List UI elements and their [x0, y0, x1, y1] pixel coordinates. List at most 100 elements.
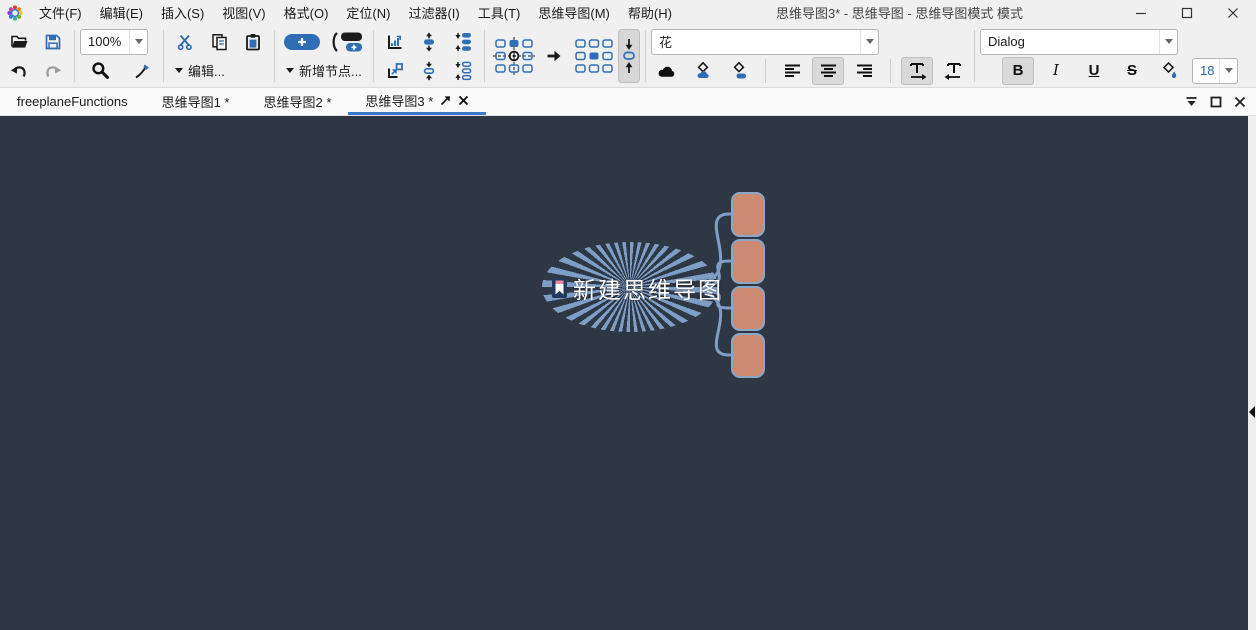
align-right-button[interactable] [848, 57, 880, 85]
dropdown-arrow-icon [175, 68, 183, 73]
window-minimize-button[interactable] [1118, 0, 1164, 25]
root-node[interactable]: 新建思维导图 [552, 272, 723, 304]
map-canvas[interactable]: 新建思维导图 [0, 116, 1256, 630]
toolbar-separator [890, 59, 891, 83]
window-close-button[interactable] [1210, 0, 1256, 25]
menu-mindmap[interactable]: 思维导图(M) [529, 0, 619, 25]
menu-view[interactable]: 视图(V) [213, 0, 274, 25]
save-map-button[interactable] [37, 28, 69, 56]
undo-icon [10, 62, 28, 80]
frame-iconify-button[interactable] [1185, 96, 1198, 111]
cut-button[interactable] [169, 28, 201, 56]
style-combobox[interactable]: 花 [651, 29, 879, 55]
tab-mindmap3[interactable]: 思维导图3 * [348, 88, 486, 115]
undo-button[interactable] [3, 57, 35, 85]
add-child-node-button[interactable] [280, 28, 324, 56]
frame-close-button[interactable] [1234, 96, 1246, 111]
detach-tab-icon[interactable] [440, 95, 451, 106]
text-ltr-icon [908, 62, 927, 80]
tab-label: 思维导图1 * [162, 92, 230, 111]
menu-insert[interactable]: 插入(S) [152, 0, 213, 25]
paste-button[interactable] [237, 28, 269, 56]
add-node-dropdown-label: 新增节点... [299, 61, 362, 80]
compact-layout-toggle[interactable] [618, 29, 640, 83]
arrange-origin-button[interactable] [490, 31, 538, 81]
menu-navigate[interactable]: 定位(N) [337, 0, 399, 25]
shrink-siblings-space-button[interactable] [447, 57, 479, 85]
collapse-left-icon [1249, 406, 1255, 418]
strikethrough-icon: S [1127, 63, 1137, 78]
arrange-center-button[interactable] [570, 31, 618, 81]
font-combobox[interactable]: Dialog [980, 29, 1178, 55]
menu-format[interactable]: 格式(O) [275, 0, 338, 25]
add-node-dropdown-button[interactable]: 新增节点... [280, 59, 368, 83]
node-color-icon [730, 62, 748, 80]
tab-mindmap2[interactable]: 思维导图2 * [246, 88, 348, 115]
font-size-combobox[interactable]: 18 [1192, 58, 1238, 84]
cloud-button[interactable] [651, 57, 683, 85]
strikethrough-button[interactable]: S [1116, 57, 1148, 85]
menu-filter[interactable]: 过滤器(I) [399, 0, 468, 25]
menu-help[interactable]: 帮助(H) [619, 0, 681, 25]
tab-freeplanefunctions[interactable]: freeplaneFunctions [0, 88, 145, 115]
clipboard-paste-icon [244, 33, 262, 51]
arrange-grid-crosshair-icon [493, 37, 535, 75]
edge-lines [0, 116, 1256, 630]
underline-icon: U [1089, 63, 1100, 78]
font-color-button[interactable] [1154, 57, 1186, 85]
search-button[interactable] [84, 57, 116, 85]
menu-file[interactable]: 文件(F) [30, 0, 91, 25]
toolbar-separator [274, 30, 275, 82]
child-node[interactable] [731, 286, 765, 331]
tab-label: freeplaneFunctions [17, 94, 128, 109]
align-left-icon [784, 63, 801, 79]
open-map-button[interactable] [3, 28, 35, 56]
frame-maximize-button[interactable] [1210, 96, 1222, 111]
menu-edit[interactable]: 编辑(E) [91, 0, 152, 25]
shrink-siblings-space-icon [454, 61, 472, 81]
cloud-color-button[interactable] [687, 57, 719, 85]
redo-button[interactable] [37, 57, 69, 85]
copy-button[interactable] [203, 28, 235, 56]
sibling-node-plus-icon [329, 31, 365, 53]
side-panel-toggle[interactable] [1248, 404, 1256, 420]
window-maximize-button[interactable] [1164, 0, 1210, 25]
fit-view-button[interactable] [379, 57, 411, 85]
text-direction-rtl-button[interactable] [937, 57, 969, 85]
show-branches-button[interactable] [379, 28, 411, 56]
child-node[interactable] [731, 192, 765, 237]
close-tab-icon[interactable] [458, 95, 469, 106]
text-direction-ltr-button[interactable] [901, 57, 933, 85]
toolbar-separator [484, 30, 485, 82]
grow-siblings-space-button[interactable] [447, 28, 479, 56]
menu-tools[interactable]: 工具(T) [469, 0, 530, 25]
node-background-color-button[interactable] [723, 57, 755, 85]
grow-node-space-button[interactable] [413, 28, 445, 56]
chevron-down-icon [1219, 59, 1237, 83]
dropdown-arrow-icon [286, 68, 294, 73]
shrink-node-space-button[interactable] [413, 57, 445, 85]
zoom-combobox[interactable]: 100% [80, 29, 148, 55]
format-painter-button[interactable] [126, 57, 158, 85]
bold-button[interactable]: B [1002, 57, 1034, 85]
side-panel-strip [1248, 116, 1256, 630]
window-title: 思维导图3* - 思维导图 - 思维导图模式 模式 [681, 3, 1118, 22]
tab-mindmap1[interactable]: 思维导图1 * [145, 88, 247, 115]
align-left-button[interactable] [776, 57, 808, 85]
italic-button[interactable]: I [1040, 57, 1072, 85]
bold-icon: B [1013, 63, 1024, 78]
minimize-icon [1135, 7, 1147, 19]
child-node[interactable] [731, 333, 765, 378]
compact-vertical-icon [622, 36, 636, 76]
scissors-icon [176, 33, 194, 51]
align-center-button[interactable] [812, 57, 844, 85]
toolbar-separator [163, 30, 164, 82]
edit-dropdown-button[interactable]: 编辑... [169, 59, 231, 83]
cloud-icon [657, 64, 677, 78]
underline-button[interactable]: U [1078, 57, 1110, 85]
add-sibling-node-button[interactable] [326, 28, 368, 56]
font-color-icon [1161, 62, 1179, 80]
text-rtl-icon [944, 62, 963, 80]
folder-open-icon [10, 33, 29, 51]
child-node[interactable] [731, 239, 765, 284]
